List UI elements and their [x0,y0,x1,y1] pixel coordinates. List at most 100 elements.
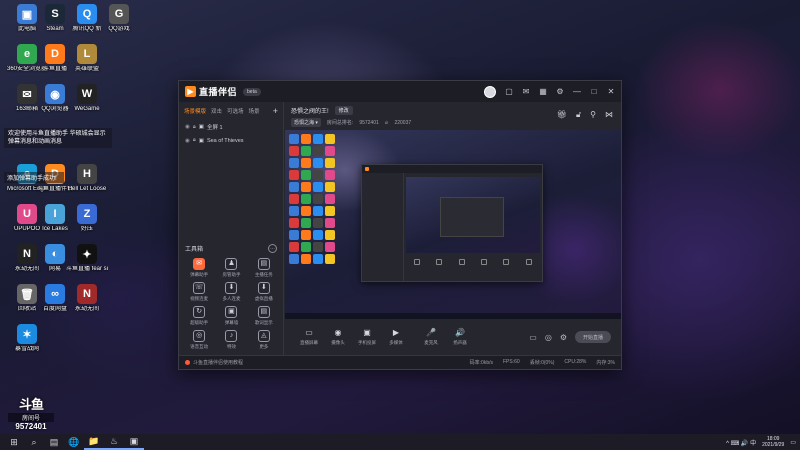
chat-icon[interactable]: ▢ [505,87,513,96]
lock-icon[interactable]: 🔓︎ [576,110,581,120]
tool-item[interactable]: ◬ 更多 [248,330,280,350]
app-titlebar[interactable]: ▶ 直播伴侣 beta ▢ ✉ ▦ ⚙ — □ ✕ [179,81,621,102]
tool-item[interactable]: ◎ 语音互动 [183,330,215,350]
lock-icon[interactable]: 🔒︎ [193,137,196,144]
fire-icon: 🔥︎ [384,119,389,126]
tool-label: 视频连麦 [190,296,209,301]
source-row[interactable]: ◉ 🔒︎ ▣ Sea of Thieves [179,134,283,147]
preview-icon [301,206,311,216]
system-tray[interactable]: ^ ⌨ 🔊 中 [726,438,756,447]
tool-item[interactable]: ▤ 主播任务 [248,258,280,278]
taskbar-item[interactable]: ⌕ [24,434,44,450]
user-avatar[interactable] [484,85,496,98]
taskbar-item[interactable]: ♨ [104,434,124,450]
settings-icon[interactable]: ⚙ [560,333,567,342]
clock[interactable]: 18:09 2021/9/29 [762,436,784,448]
desktop-icon-label: 好压 [80,226,93,232]
preview-icon [301,194,311,204]
camera-icon[interactable]: ▭ [529,333,537,342]
more-icon[interactable]: … [268,244,277,253]
tool-item[interactable]: ♪ 特效 [215,330,247,350]
desktop-icon[interactable]: G QQ游戏 [98,4,140,33]
preview-icon [313,230,323,240]
preview-taskbar [285,313,621,319]
eye-icon[interactable]: ◎ [545,333,552,342]
app-icon: ∞ [45,284,65,304]
visibility-icon[interactable]: ◉ [185,124,190,130]
taskbar: ⊞ ⌕ ▤ 🌐 📁 ♨ ▣ ^ ⌨ 🔊 中 18:09 2021/9/29 ▭ [0,434,800,450]
visibility-icon[interactable]: ◉ [185,138,190,144]
tab-scene-templates[interactable]: 场景模版 [184,107,206,115]
taskbar-item[interactable]: 📁 [84,434,104,450]
tab-optional[interactable]: 可选场 [227,107,244,115]
tool-label: 房管助手 [222,272,241,277]
tool-item[interactable]: ⬇ 虚拟直播 [248,282,280,302]
close-button[interactable]: ✕ [607,87,615,96]
desktop-icon[interactable]: H Hell Let Loose [66,164,108,193]
settings-icon[interactable]: ⚙ [556,87,564,96]
desktop-icon-label: Hell Let Loose [67,186,107,192]
tool-item[interactable]: ▣ 弹幕墙 [215,306,247,326]
tool-item[interactable]: ↻ 超级助手 [183,306,215,326]
preview-icon [325,254,335,264]
tab-double-click[interactable]: 双击 [211,107,222,115]
status-message[interactable]: 斗鱼直播伴侣使用教程 [193,359,243,366]
calendar-icon[interactable]: ▦ [539,87,547,96]
mail-icon[interactable]: ✉ [522,87,530,96]
edit-title-button[interactable]: 修改 [334,106,353,115]
stream-preview[interactable] [285,130,621,319]
lock-icon[interactable]: 🔒︎ [193,124,196,131]
control-button[interactable]: ◉ 摄像头 [324,328,352,346]
control-button[interactable]: ▶ 多媒体 [382,328,410,346]
app-icon: Z [77,204,97,224]
tool-item[interactable]: ⬇ 多人连麦 [215,282,247,302]
preview-icon [301,146,311,156]
notification-icon[interactable]: ▭ [790,439,796,446]
desktop-icon[interactable]: L 英雄联盟 [66,44,108,73]
tool-label: 特效 [226,344,236,349]
tool-item[interactable]: ✉ 弹幕助手 [183,258,215,278]
desktop-icon[interactable]: N 永劫无间 [66,284,108,313]
preview-icon [313,182,323,192]
gift-icon[interactable]: 🎁︎ [557,110,567,120]
preview-icon [289,170,299,180]
start-live-button[interactable]: 开始直播 [575,331,611,343]
control-label: 麦克风 [424,340,438,345]
preview-icon [301,218,311,228]
control-button[interactable]: ▣ 手机投屏 [353,328,381,346]
control-button[interactable]: ▭ 直播屏幕 [295,328,323,346]
maximize-button[interactable]: □ [590,87,598,96]
tab-scene[interactable]: 场景 [249,107,260,115]
share-icon[interactable]: ⋈ [605,110,613,120]
live-companion-window: ▶ 直播伴侣 beta ▢ ✉ ▦ ⚙ — □ ✕ 场景模版 双击 可选场 场景… [178,80,622,370]
tool-label: 弹幕墙 [224,320,239,325]
stamp-room-label: 房间号 [8,413,54,422]
preview-icon [325,170,335,180]
tool-item[interactable]: ♟ 房管助手 [215,258,247,278]
desktop-icon[interactable]: W WeGame [66,84,108,113]
notification-text: 欢迎使用斗鱼直播助手 华硕城会显示弹幕消息和动画消息 [8,131,106,145]
taskbar-item[interactable]: ⊞ [4,434,24,450]
tool-item[interactable]: ▤ 歌词显示 [248,306,280,326]
tool-icon: ↻ [193,306,206,318]
source-name: Sea of Thieves [206,137,244,144]
preview-icon [289,146,299,156]
control-button[interactable]: 🔊 扬声器 [446,328,474,346]
taskbar-item[interactable]: ▣ [124,434,144,450]
control-button[interactable]: 🎤 麦克风 [417,328,445,346]
tool-icon: ⬇ [225,282,238,294]
tool-item[interactable]: ☏ 视频连麦 [183,282,215,302]
taskbar-item[interactable]: 🌐 [64,434,84,450]
desktop-icon[interactable]: ✶ 暴雪战网 [6,324,48,353]
taskbar-item[interactable]: ▤ [44,434,64,450]
source-row[interactable]: ◉ 🔒︎ ▣ 全屏 1 [179,120,283,134]
preview-icon [301,158,311,168]
pin-icon[interactable]: ⚲ [590,110,596,120]
add-source-icon[interactable]: + [273,106,278,116]
app-icon: H [77,164,97,184]
desktop-icon[interactable]: Z 好压 [66,204,108,233]
minimize-button[interactable]: — [573,87,581,96]
desktop-icon[interactable]: ✦ 斗鱼直播 fear sun... [66,244,108,273]
category-select[interactable]: 恐惧之海 ▾ [291,118,321,127]
room-title[interactable]: 恐惧之阀的王! [291,106,329,115]
